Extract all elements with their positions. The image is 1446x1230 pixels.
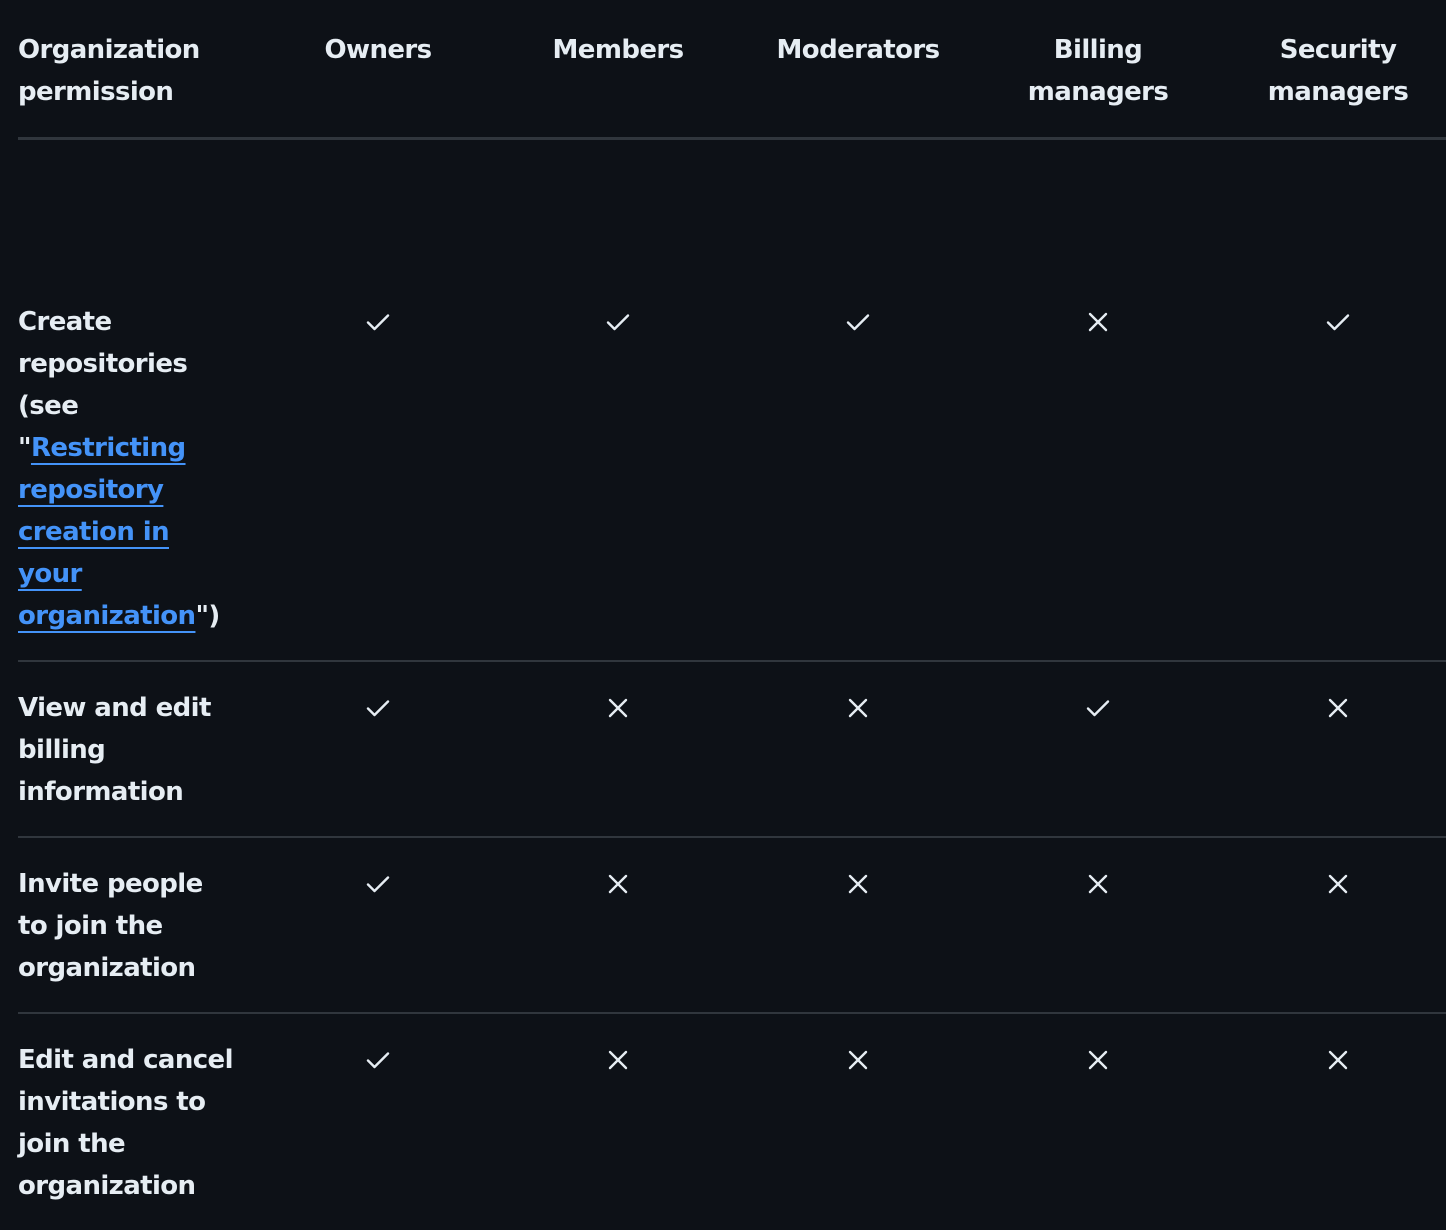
header-organization-permission: Organization permission	[18, 0, 258, 140]
cell-members	[498, 837, 738, 1014]
x-icon	[1317, 863, 1359, 905]
permission-label: Invite people to join the organization	[18, 863, 240, 989]
check-icon	[357, 863, 399, 905]
permission-label: View and edit billing information	[18, 687, 240, 813]
x-icon	[837, 863, 879, 905]
header-label: Billing managers	[1027, 35, 1169, 107]
table-row: Create repositories (see "Restricting re…	[18, 138, 1446, 662]
cell-members	[498, 138, 738, 662]
check-icon	[597, 301, 639, 343]
cell-moderators	[738, 1013, 978, 1230]
table-row: View and edit billing information	[18, 661, 1446, 838]
x-icon	[1077, 1039, 1119, 1081]
cell-members	[498, 1013, 738, 1230]
cell-moderators	[738, 661, 978, 838]
check-icon	[357, 301, 399, 343]
permission-label: Edit and cancel invitations to join the …	[18, 1039, 240, 1207]
restricting-repository-creation-link[interactable]: Restricting repository creation in your …	[18, 433, 196, 631]
cell-owners	[258, 1013, 498, 1230]
permission-cell: Edit and cancel invitations to join the …	[18, 1013, 258, 1230]
header-label: Security managers	[1267, 35, 1409, 107]
permission-text: Edit and cancel invitations to join the …	[18, 1045, 234, 1201]
permission-cell: Invite people to join the organization	[18, 837, 258, 1014]
cell-security-managers	[1218, 661, 1446, 838]
permission-label: Create repositories (see "Restricting re…	[18, 301, 240, 637]
cell-owners	[258, 837, 498, 1014]
cell-billing-managers	[978, 1013, 1218, 1230]
header-label: Organization permission	[18, 35, 200, 107]
check-icon	[1317, 301, 1359, 343]
permission-text: Invite people to join the organization	[18, 869, 203, 983]
check-icon	[357, 687, 399, 729]
cell-billing-managers	[978, 138, 1218, 662]
permission-text: View and edit billing information	[18, 693, 211, 807]
check-icon	[837, 301, 879, 343]
permission-cell: View and edit billing information	[18, 661, 258, 838]
permissions-table: Organization permission Owners Members M…	[18, 0, 1446, 1230]
header-moderators: Moderators	[738, 0, 978, 140]
x-icon	[1317, 687, 1359, 729]
cell-billing-managers	[978, 661, 1218, 838]
x-icon	[597, 687, 639, 729]
cell-moderators	[738, 138, 978, 662]
table-row: Invite people to join the organization	[18, 837, 1446, 1014]
permission-text-suffix: ")	[195, 601, 220, 631]
x-icon	[1317, 1039, 1359, 1081]
cell-security-managers	[1218, 138, 1446, 662]
x-icon	[597, 1039, 639, 1081]
header-members: Members	[498, 0, 738, 140]
x-icon	[597, 863, 639, 905]
cell-billing-managers	[978, 837, 1218, 1014]
cell-members	[498, 661, 738, 838]
cell-security-managers	[1218, 837, 1446, 1014]
x-icon	[837, 1039, 879, 1081]
header-billing-managers: Billing managers	[978, 0, 1218, 140]
cell-owners	[258, 138, 498, 662]
cell-security-managers	[1218, 1013, 1446, 1230]
x-icon	[1077, 301, 1119, 343]
cell-owners	[258, 661, 498, 838]
check-icon	[357, 1039, 399, 1081]
header-owners: Owners	[258, 0, 498, 140]
permission-cell: Create repositories (see "Restricting re…	[18, 138, 258, 662]
header-row: Organization permission Owners Members M…	[18, 0, 1446, 140]
check-icon	[1077, 687, 1119, 729]
cell-moderators	[738, 837, 978, 1014]
x-icon	[837, 687, 879, 729]
table-row: Edit and cancel invitations to join the …	[18, 1013, 1446, 1230]
x-icon	[1077, 863, 1119, 905]
header-security-managers: Security managers	[1218, 0, 1446, 140]
